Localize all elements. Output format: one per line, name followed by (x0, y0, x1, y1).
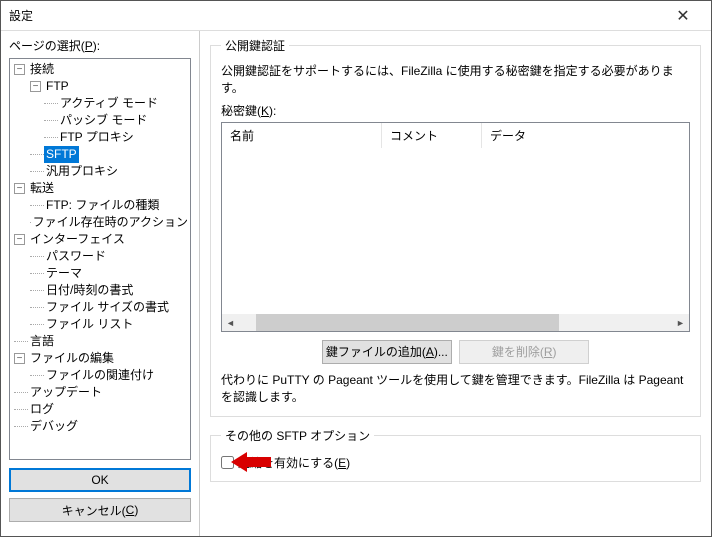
remove-key-button: 鍵を削除(R) (459, 340, 589, 364)
node-genproxy[interactable]: 汎用プロキシ (44, 163, 120, 180)
node-ftpproxy[interactable]: FTP プロキシ (58, 129, 136, 146)
cancel-button[interactable]: キャンセル(C) (9, 498, 191, 522)
right-panel: 公開鍵認証 公開鍵認証をサポートするには、FileZilla に使用する秘密鍵を… (200, 31, 711, 536)
key-list-body[interactable] (222, 148, 689, 314)
collapse-icon[interactable]: − (14, 64, 25, 75)
add-key-button[interactable]: 鍵ファイルの追加(A)... (322, 340, 452, 364)
node-filelist[interactable]: ファイル リスト (44, 316, 135, 333)
pubkey-desc: 公開鍵認証をサポートするには、FileZilla に使用する秘密鍵を指定する必要… (221, 62, 690, 96)
left-panel: ページの選択(P): −接続 −FTP アクティブ モード パッシブ モード F… (1, 31, 200, 536)
annotation-arrow-icon (231, 452, 271, 472)
window-title: 設定 (9, 7, 663, 24)
pubkey-legend: 公開鍵認証 (221, 37, 289, 54)
col-comment[interactable]: コメント (382, 123, 482, 148)
hscrollbar[interactable]: ◄ ► (222, 314, 689, 331)
collapse-icon[interactable]: − (14, 183, 25, 194)
node-log[interactable]: ログ (28, 401, 56, 418)
key-list-header: 名前 コメント データ (222, 123, 689, 148)
node-transfer[interactable]: 転送 (28, 180, 56, 197)
node-update[interactable]: アップデート (28, 384, 104, 401)
node-ftp[interactable]: FTP (44, 78, 71, 95)
node-assoc[interactable]: ファイルの関連付け (44, 367, 156, 384)
node-password[interactable]: パスワード (44, 248, 108, 265)
pageant-note: 代わりに PuTTY の Pageant ツールを使用して鍵を管理できます。Fi… (221, 372, 690, 406)
collapse-icon[interactable]: − (14, 353, 25, 364)
page-select-label: ページの選択(P): (9, 37, 191, 54)
scroll-thumb[interactable] (256, 314, 559, 331)
node-theme[interactable]: テーマ (44, 265, 84, 282)
key-list[interactable]: 名前 コメント データ ◄ ► (221, 122, 690, 332)
node-passive[interactable]: パッシブ モード (58, 112, 149, 129)
node-interface[interactable]: インターフェイス (28, 231, 127, 248)
titlebar: 設定 ✕ (1, 1, 711, 31)
node-debug[interactable]: デバッグ (28, 418, 80, 435)
col-name[interactable]: 名前 (222, 123, 382, 148)
pubkey-group: 公開鍵認証 公開鍵認証をサポートするには、FileZilla に使用する秘密鍵を… (210, 37, 701, 417)
collapse-icon[interactable]: − (14, 234, 25, 245)
scroll-right-icon[interactable]: ► (672, 318, 689, 328)
node-ftptype[interactable]: FTP: ファイルの種類 (44, 197, 161, 214)
node-fileexists[interactable]: ファイル存在時のアクション (31, 214, 190, 231)
collapse-icon[interactable]: − (30, 81, 41, 92)
other-sftp-group: その他の SFTP オプション 圧縮を有効にする(E) (210, 427, 701, 482)
ok-button[interactable]: OK (9, 468, 191, 492)
node-language[interactable]: 言語 (28, 333, 56, 350)
scroll-left-icon[interactable]: ◄ (222, 318, 239, 328)
node-connection[interactable]: 接続 (28, 61, 56, 78)
node-active[interactable]: アクティブ モード (58, 95, 160, 112)
node-datetime[interactable]: 日付/時刻の書式 (44, 282, 135, 299)
node-filesize[interactable]: ファイル サイズの書式 (44, 299, 171, 316)
col-data[interactable]: データ (482, 123, 689, 148)
privkey-label: 秘密鍵(K): (221, 102, 690, 119)
node-fileedit[interactable]: ファイルの編集 (28, 350, 116, 367)
node-sftp[interactable]: SFTP (44, 146, 79, 163)
settings-tree[interactable]: −接続 −FTP アクティブ モード パッシブ モード FTP プロキシ SFT… (9, 58, 191, 460)
close-icon[interactable]: ✕ (663, 6, 703, 26)
other-sftp-legend: その他の SFTP オプション (221, 427, 374, 444)
